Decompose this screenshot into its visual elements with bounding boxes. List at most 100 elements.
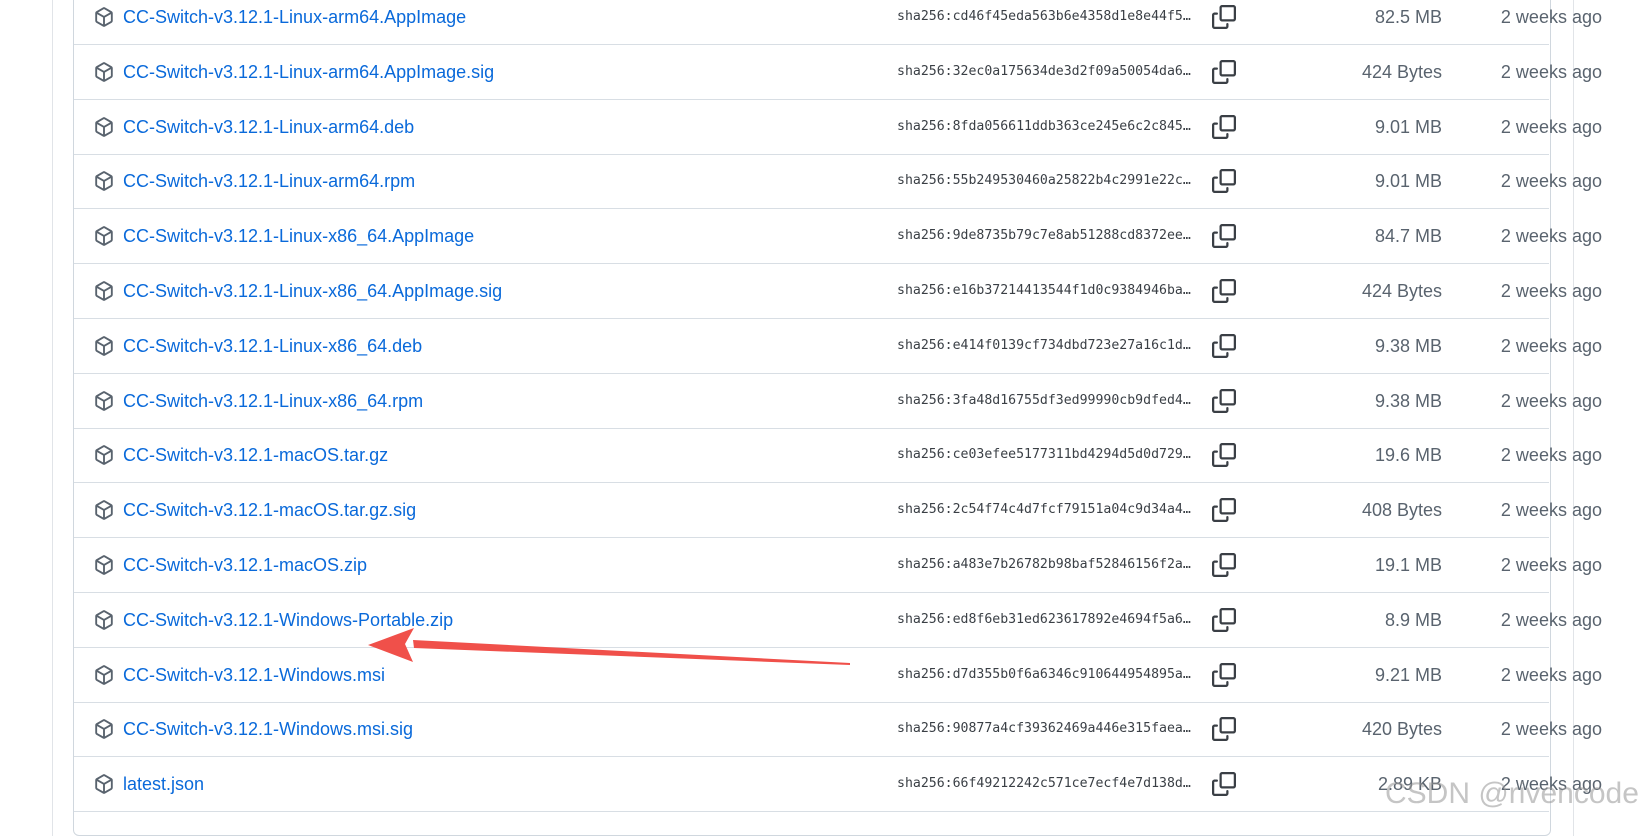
copy-icon[interactable] xyxy=(1212,717,1236,742)
package-icon xyxy=(94,445,114,466)
asset-row: CC-Switch-v3.12.1-Linux-arm64.rpm sha256… xyxy=(74,154,1602,210)
copy-icon[interactable] xyxy=(1212,388,1236,413)
package-icon xyxy=(94,774,114,794)
watermark: CSDN @rivencode xyxy=(1385,777,1639,810)
asset-row: CC-Switch-v3.12.1-Windows.msi sha256:d7d… xyxy=(74,648,1602,703)
package-icon xyxy=(94,719,114,740)
package-icon xyxy=(94,171,114,192)
asset-size: 9.38 MB xyxy=(1374,335,1442,356)
asset-download-link[interactable]: CC-Switch-v3.12.1-Windows.msi.sig xyxy=(123,702,413,756)
copy-icon[interactable] xyxy=(1212,607,1236,632)
package-icon xyxy=(94,335,114,356)
asset-digest: sha256:66f49212242c571ce7ecf4e7d138d… xyxy=(897,776,1191,792)
asset-digest: sha256:55b249530460a25822b4c2991e22c… xyxy=(897,173,1191,189)
asset-download-link[interactable]: CC-Switch-v3.12.1-Linux-arm64.rpm xyxy=(123,154,415,208)
asset-updated: 2 weeks ago xyxy=(1500,500,1602,521)
asset-row: latest.json sha256:66f49212242c571ce7ecf… xyxy=(74,757,1602,813)
package-icon xyxy=(94,390,114,411)
asset-row: CC-Switch-v3.12.1-Linux-x86_64.rpm sha25… xyxy=(74,374,1602,429)
asset-updated: 2 weeks ago xyxy=(1500,335,1602,356)
asset-download-link[interactable]: CC-Switch-v3.12.1-Linux-arm64.deb xyxy=(123,100,414,154)
package-icon xyxy=(94,664,114,685)
asset-download-link[interactable]: CC-Switch-v3.12.1-Windows.msi xyxy=(123,648,385,702)
asset-download-link[interactable]: CC-Switch-v3.12.1-macOS.zip xyxy=(123,538,367,592)
asset-updated: 2 weeks ago xyxy=(1500,171,1602,192)
asset-digest: sha256:ce03efee5177311bd4294d5d0d729… xyxy=(897,447,1191,463)
asset-updated: 2 weeks ago xyxy=(1500,555,1602,575)
asset-download-link[interactable]: CC-Switch-v3.12.1-Linux-x86_64.rpm xyxy=(123,374,423,428)
asset-download-link[interactable]: CC-Switch-v3.12.1-Linux-arm64.AppImage.s… xyxy=(123,45,494,99)
asset-digest: sha256:a483e7b26782b98baf52846156f2a… xyxy=(897,557,1191,572)
package-icon xyxy=(94,281,114,301)
asset-download-link[interactable]: CC-Switch-v3.12.1-macOS.tar.gz xyxy=(123,428,388,482)
asset-size: 424 Bytes xyxy=(1361,61,1442,82)
asset-row: CC-Switch-v3.12.1-Linux-x86_64.AppImage.… xyxy=(74,264,1602,319)
asset-size: 19.6 MB xyxy=(1374,445,1442,466)
asset-row: CC-Switch-v3.12.1-Linux-x86_64.deb sha25… xyxy=(74,319,1602,374)
asset-digest: sha256:d7d355b0f6a6346c910644954895a… xyxy=(897,666,1191,682)
asset-row: CC-Switch-v3.12.1-macOS.zip sha256:a483e… xyxy=(74,538,1602,593)
asset-digest: sha256:32ec0a175634de3d2f09a50054da6… xyxy=(897,63,1191,79)
copy-icon[interactable] xyxy=(1212,279,1236,303)
package-icon xyxy=(94,500,114,520)
asset-size: 8.9 MB xyxy=(1384,609,1442,630)
asset-updated: 2 weeks ago xyxy=(1500,609,1602,630)
asset-row: CC-Switch-v3.12.1-macOS.tar.gz sha256:ce… xyxy=(74,428,1602,484)
asset-size: 9.01 MB xyxy=(1374,171,1442,192)
asset-updated: 2 weeks ago xyxy=(1500,7,1602,27)
package-icon xyxy=(94,116,114,137)
package-icon xyxy=(94,226,114,246)
asset-digest: sha256:2c54f74c4d7fcf79151a04c9d34a4… xyxy=(897,502,1191,518)
asset-updated: 2 weeks ago xyxy=(1500,116,1602,137)
copy-icon[interactable] xyxy=(1212,553,1236,577)
asset-updated: 2 weeks ago xyxy=(1500,61,1602,82)
asset-row: CC-Switch-v3.12.1-Linux-arm64.AppImage.s… xyxy=(74,45,1602,100)
copy-icon[interactable] xyxy=(1212,662,1236,687)
copy-icon[interactable] xyxy=(1212,224,1236,249)
asset-updated: 2 weeks ago xyxy=(1500,719,1602,740)
asset-row: CC-Switch-v3.12.1-macOS.tar.gz.sig sha25… xyxy=(74,483,1602,539)
package-icon xyxy=(94,7,114,27)
package-icon xyxy=(94,555,114,575)
asset-row: CC-Switch-v3.12.1-Linux-arm64.deb sha256… xyxy=(74,100,1602,155)
copy-icon[interactable] xyxy=(1212,169,1236,194)
asset-digest: sha256:cd46f45eda563b6e4358d1e8e44f5… xyxy=(897,9,1191,24)
asset-download-link[interactable]: CC-Switch-v3.12.1-macOS.tar.gz.sig xyxy=(123,483,416,537)
asset-size: 9.01 MB xyxy=(1374,116,1442,137)
asset-size: 9.38 MB xyxy=(1374,390,1442,411)
asset-download-link[interactable]: CC-Switch-v3.12.1-Windows-Portable.zip xyxy=(123,593,453,647)
asset-size: 84.7 MB xyxy=(1374,226,1442,247)
asset-download-link[interactable]: latest.json xyxy=(123,757,204,811)
copy-icon[interactable] xyxy=(1212,333,1236,358)
asset-download-link[interactable]: CC-Switch-v3.12.1-Linux-x86_64.AppImage.… xyxy=(123,264,502,318)
asset-download-link[interactable]: CC-Switch-v3.12.1-Linux-arm64.AppImage xyxy=(123,0,466,44)
asset-digest: sha256:3fa48d16755df3ed99990cb9dfed4… xyxy=(897,392,1191,408)
asset-digest: sha256:ed8f6eb31ed623617892e4694f5a6… xyxy=(897,611,1191,627)
asset-digest: sha256:90877a4cf39362469a446e315faea… xyxy=(897,721,1191,737)
asset-row: CC-Switch-v3.12.1-Windows-Portable.zip s… xyxy=(74,593,1602,648)
asset-size: 408 Bytes xyxy=(1361,500,1442,521)
asset-size: 19.1 MB xyxy=(1374,555,1442,575)
copy-icon[interactable] xyxy=(1212,443,1236,468)
asset-updated: 2 weeks ago xyxy=(1500,281,1602,301)
asset-digest: sha256:8fda056611ddb363ce245e6c2c845… xyxy=(897,118,1191,134)
asset-size: 420 Bytes xyxy=(1361,719,1442,740)
asset-digest: sha256:e16b37214413544f1d0c9384946ba… xyxy=(897,283,1191,298)
asset-updated: 2 weeks ago xyxy=(1500,390,1602,411)
asset-size: 424 Bytes xyxy=(1361,281,1442,301)
asset-download-link[interactable]: CC-Switch-v3.12.1-Linux-x86_64.AppImage xyxy=(123,209,474,263)
asset-size: 82.5 MB xyxy=(1374,7,1442,27)
package-icon xyxy=(94,61,114,82)
asset-updated: 2 weeks ago xyxy=(1500,226,1602,247)
copy-icon[interactable] xyxy=(1212,772,1236,797)
asset-row: CC-Switch-v3.12.1-Linux-x86_64.AppImage … xyxy=(74,209,1602,265)
copy-icon[interactable] xyxy=(1212,5,1236,29)
asset-size: 9.21 MB xyxy=(1374,664,1442,685)
copy-icon[interactable] xyxy=(1212,498,1236,523)
asset-digest: sha256:9de8735b79c7e8ab51288cd8372ee… xyxy=(897,228,1191,244)
asset-updated: 2 weeks ago xyxy=(1500,445,1602,466)
copy-icon[interactable] xyxy=(1212,59,1236,84)
asset-download-link[interactable]: CC-Switch-v3.12.1-Linux-x86_64.deb xyxy=(123,319,422,373)
asset-updated: 2 weeks ago xyxy=(1500,664,1602,685)
copy-icon[interactable] xyxy=(1212,114,1236,139)
